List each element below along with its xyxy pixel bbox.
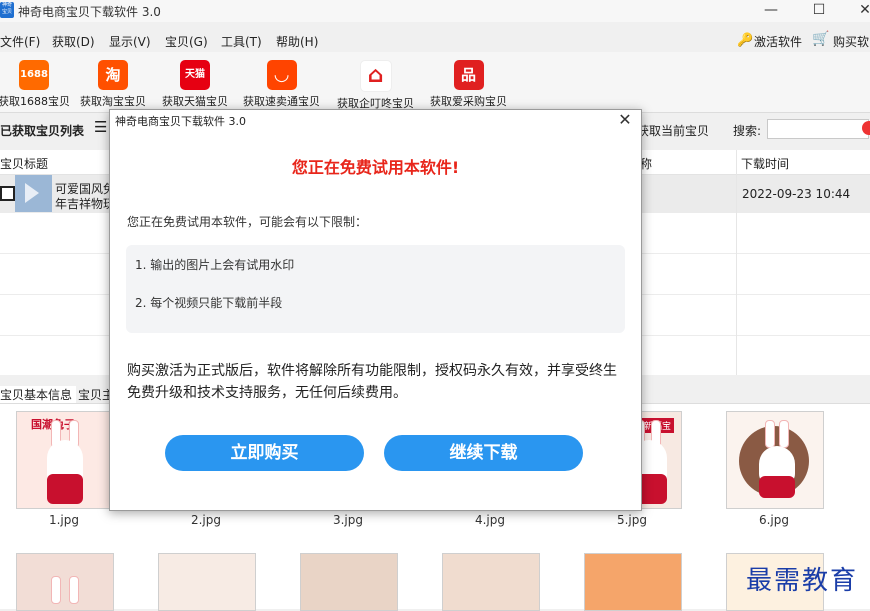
- tool-label: 获取1688宝贝: [0, 95, 70, 108]
- row-title-line2: 年吉祥物玩: [55, 197, 116, 211]
- dialog-close-icon[interactable]: ✕: [617, 110, 633, 129]
- trial-dialog: 神奇电商宝贝下载软件 3.0 ✕ 您正在免费试用本软件! 您正在免费试用本软件，…: [109, 109, 642, 511]
- header-download-time[interactable]: 下载时间: [741, 155, 789, 172]
- dialog-title: 神奇电商宝贝下载软件 3.0: [115, 115, 246, 128]
- menu-item-goods[interactable]: 宝贝(G): [165, 33, 208, 50]
- thumbnail-caption: 4.jpg: [474, 513, 506, 527]
- row-checkbox[interactable]: [0, 186, 15, 201]
- house-icon: ⌂: [359, 60, 392, 92]
- tool-1688[interactable]: 1688 获取1688宝贝: [0, 60, 70, 109]
- thumbnail-image[interactable]: 国潮兔子: [16, 411, 114, 509]
- menu-file[interactable]: 文件(F): [0, 33, 40, 50]
- watermark-logo: 最需教育: [746, 566, 859, 596]
- row-thumbnail: [15, 175, 52, 212]
- maximize-button[interactable]: ☐: [796, 0, 842, 22]
- column-divider: [736, 150, 737, 375]
- row-download-time: 2022-09-23 10:44: [742, 187, 851, 201]
- tool-aicaigou[interactable]: 品 获取爱采购宝贝: [430, 60, 507, 109]
- search-icon[interactable]: [862, 121, 870, 135]
- aliexpress-icon: ◡: [266, 60, 297, 90]
- thumbnail-caption: 6.jpg: [758, 513, 790, 527]
- header-title[interactable]: 宝贝标题: [0, 155, 48, 172]
- thumbnail-caption: 3.jpg: [332, 513, 364, 527]
- minimize-button[interactable]: —: [748, 0, 794, 22]
- 1688-icon: 1688: [19, 60, 49, 90]
- thumbnail-caption: 5.jpg: [616, 513, 648, 527]
- dialog-intro: 您正在免费试用本软件，可能会有以下限制：: [127, 215, 368, 229]
- list-title: 已获取宝贝列表: [0, 124, 85, 138]
- dialog-description: 购买激活为正式版后，软件将解除所有功能限制，授权码永久有效，并享受终生免费升级和…: [127, 363, 617, 401]
- cart-icon: 🛒: [812, 31, 830, 47]
- thumbnail-image[interactable]: [584, 553, 682, 611]
- check-all-icon[interactable]: ☰: [94, 118, 107, 136]
- taobao-icon: 淘: [98, 60, 128, 90]
- tool-taobao[interactable]: 淘 获取淘宝宝贝: [80, 60, 146, 109]
- thumbnail-caption: 2.jpg: [190, 513, 222, 527]
- menu-help[interactable]: 帮助(H): [276, 33, 318, 50]
- menu-get[interactable]: 获取(D): [52, 33, 95, 50]
- thumbnail-image[interactable]: [442, 553, 540, 611]
- thumbnail-image[interactable]: [726, 411, 824, 509]
- play-icon: [25, 183, 39, 203]
- limitation-item: 2. 每个视频只能下载前半段: [135, 296, 283, 310]
- buy-now-button[interactable]: 立即购买: [165, 435, 364, 471]
- tmall-icon: 天猫: [180, 60, 210, 90]
- continue-download-button[interactable]: 继续下载: [384, 435, 583, 471]
- limitation-item: 1. 输出的图片上会有试用水印: [135, 258, 295, 272]
- limitations-box: 1. 输出的图片上会有试用水印 2. 每个视频只能下载前半段: [126, 245, 625, 333]
- key-icon: 🔑: [737, 33, 754, 48]
- tool-label: 获取爱采购宝贝: [430, 95, 507, 108]
- app-icon: 神奇 宝贝: [0, 2, 14, 18]
- close-window-button[interactable]: ✕: [842, 0, 870, 22]
- menu-view[interactable]: 显示(V): [109, 33, 151, 50]
- tab-basic-info[interactable]: 宝贝基本信息: [0, 386, 77, 403]
- aicaigou-icon: 品: [453, 60, 484, 90]
- tool-qidingdong[interactable]: ⌂ 获取企叮咚宝贝: [337, 60, 414, 111]
- dialog-heading: 您正在免费试用本软件!: [291, 158, 460, 177]
- tool-label: 获取淘宝宝贝: [80, 95, 146, 108]
- search-input[interactable]: [767, 119, 869, 139]
- tool-aliexpress[interactable]: ◡ 获取速卖通宝贝: [243, 60, 320, 109]
- thumbnail-caption: 1.jpg: [48, 513, 80, 527]
- activate-software-button[interactable]: 激活软件: [754, 33, 802, 50]
- thumbnail-image[interactable]: [158, 553, 256, 611]
- thumbnail-image[interactable]: [16, 553, 114, 611]
- tool-label: 获取天猫宝贝: [162, 95, 228, 108]
- get-current-button[interactable]: 获取当前宝贝: [637, 122, 709, 139]
- tool-label: 获取速卖通宝贝: [243, 95, 320, 108]
- tool-tmall[interactable]: 天猫 获取天猫宝贝: [162, 60, 228, 109]
- buy-software-button[interactable]: 购买软: [833, 33, 869, 50]
- window-title: 神奇电商宝贝下载软件 3.0: [18, 5, 161, 19]
- thumbnail-image[interactable]: [300, 553, 398, 611]
- search-label: 搜索:: [733, 124, 762, 138]
- menu-tools[interactable]: 工具(T): [221, 33, 262, 50]
